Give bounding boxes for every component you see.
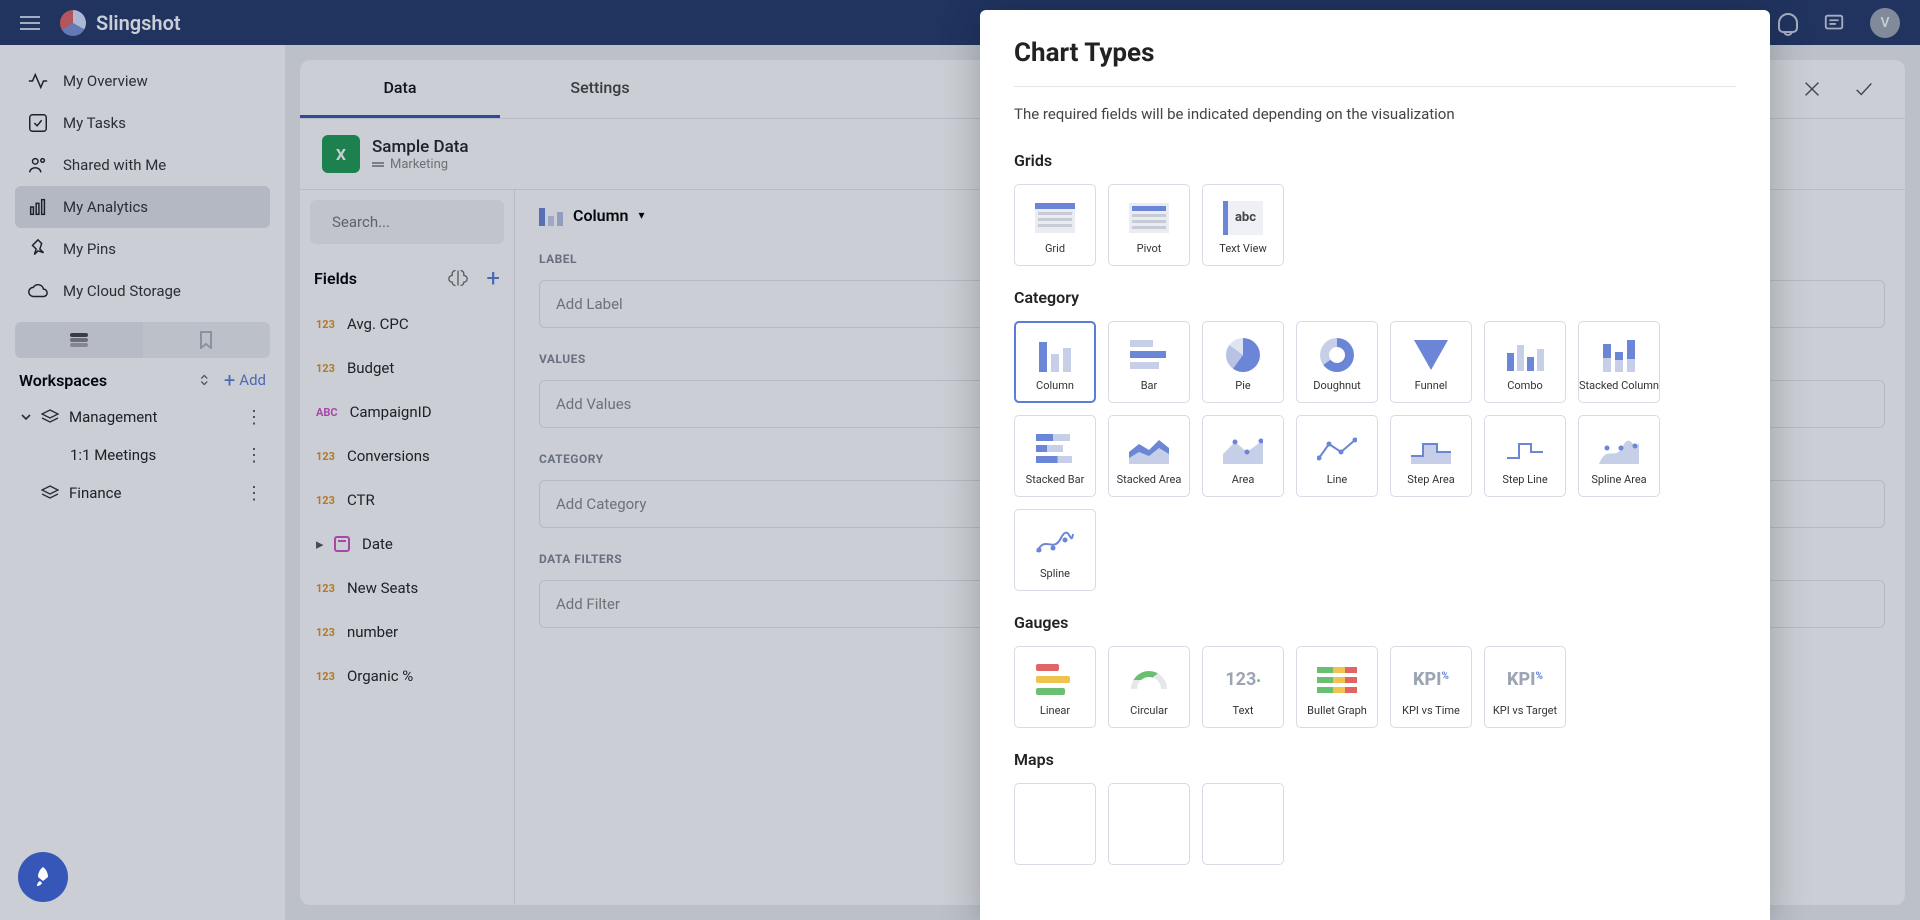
chart-column[interactable]: Column bbox=[1014, 321, 1096, 403]
chart-step-line[interactable]: Step Line bbox=[1484, 415, 1566, 497]
chart-bullet[interactable]: Bullet Graph bbox=[1296, 646, 1378, 728]
group-category: Category bbox=[1014, 288, 1728, 307]
chart-area[interactable]: Area bbox=[1202, 415, 1284, 497]
modal-subtitle: The required fields will be indicated de… bbox=[1014, 105, 1736, 123]
launcher-button[interactable] bbox=[18, 852, 68, 902]
group-maps: Maps bbox=[1014, 750, 1728, 769]
chart-stacked-bar[interactable]: Stacked Bar bbox=[1014, 415, 1096, 497]
modal-title: Chart Types bbox=[1014, 38, 1736, 68]
chart-text[interactable]: 123• Text bbox=[1202, 646, 1284, 728]
chart-text-view[interactable]: abc Text View bbox=[1202, 184, 1284, 266]
chart-map-2[interactable] bbox=[1108, 783, 1190, 865]
chart-stacked-area[interactable]: Stacked Area bbox=[1108, 415, 1190, 497]
chart-grid[interactable]: Grid bbox=[1014, 184, 1096, 266]
chart-map-1[interactable] bbox=[1014, 783, 1096, 865]
chart-doughnut[interactable]: Doughnut bbox=[1296, 321, 1378, 403]
chart-types-modal: Chart Types The required fields will be … bbox=[980, 10, 1770, 920]
chart-spline[interactable]: Spline bbox=[1014, 509, 1096, 591]
chart-kpi-target[interactable]: KPI% KPI vs Target bbox=[1484, 646, 1566, 728]
chart-line[interactable]: Line bbox=[1296, 415, 1378, 497]
chart-pie[interactable]: Pie bbox=[1202, 321, 1284, 403]
chart-step-area[interactable]: Step Area bbox=[1390, 415, 1472, 497]
chart-stacked-column[interactable]: Stacked Column bbox=[1578, 321, 1660, 403]
chart-kpi-time[interactable]: KPI% KPI vs Time bbox=[1390, 646, 1472, 728]
chart-linear[interactable]: Linear bbox=[1014, 646, 1096, 728]
group-gauges: Gauges bbox=[1014, 613, 1728, 632]
chart-funnel[interactable]: Funnel bbox=[1390, 321, 1472, 403]
chart-combo[interactable]: Combo bbox=[1484, 321, 1566, 403]
chart-circular[interactable]: Circular bbox=[1108, 646, 1190, 728]
chart-spline-area[interactable]: Spline Area bbox=[1578, 415, 1660, 497]
chart-bar[interactable]: Bar bbox=[1108, 321, 1190, 403]
chart-map-3[interactable] bbox=[1202, 783, 1284, 865]
chart-pivot[interactable]: Pivot bbox=[1108, 184, 1190, 266]
group-grids: Grids bbox=[1014, 151, 1728, 170]
rocket-icon bbox=[31, 865, 55, 889]
